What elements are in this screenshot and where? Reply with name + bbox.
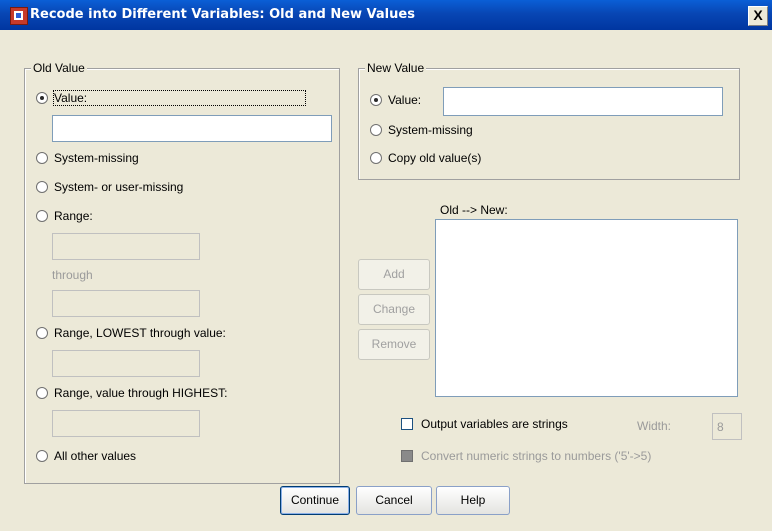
old-value-group-label: Old Value	[31, 61, 87, 75]
output-strings-label: Output variables are strings	[421, 417, 568, 431]
width-input[interactable]: 8	[712, 413, 742, 440]
convert-numeric-label: Convert numeric strings to numbers ('5'-…	[421, 449, 652, 463]
old-system-user-missing-radio[interactable]: System- or user-missing	[36, 180, 183, 194]
change-button[interactable]: Change	[358, 294, 430, 325]
new-value-input[interactable]	[443, 87, 723, 116]
radio-circle-icon	[370, 152, 382, 164]
radio-circle-icon	[36, 210, 48, 222]
through-label: through	[52, 268, 93, 282]
range-to-input[interactable]	[52, 290, 200, 317]
old-system-user-missing-label: System- or user-missing	[54, 180, 184, 194]
old-value-radio-label: Value:	[52, 90, 307, 106]
range-lowest-label: Range, LOWEST through value:	[54, 326, 226, 340]
range-highest-label: Range, value through HIGHEST:	[54, 386, 228, 400]
range-from-input[interactable]	[52, 233, 200, 260]
checkbox-box-icon	[401, 450, 413, 462]
range-highest-radio[interactable]: Range, value through HIGHEST:	[36, 386, 227, 400]
continue-button[interactable]: Continue	[280, 486, 350, 515]
all-other-values-label: All other values	[54, 449, 137, 463]
radio-circle-icon	[36, 152, 48, 164]
copy-old-values-radio[interactable]: Copy old value(s)	[370, 151, 481, 165]
old-value-input[interactable]	[52, 115, 332, 142]
radio-circle-icon	[36, 450, 48, 462]
radio-circle-icon	[36, 387, 48, 399]
checkbox-box-icon	[401, 418, 413, 430]
dialog-title: Recode into Different Variables: Old and…	[30, 7, 415, 22]
app-icon	[10, 7, 28, 25]
radio-circle-icon	[36, 92, 48, 104]
old-system-missing-radio[interactable]: System-missing	[36, 151, 139, 165]
add-button[interactable]: Add	[358, 259, 430, 290]
old-range-radio[interactable]: Range:	[36, 209, 93, 223]
old-value-radio[interactable]: Value:	[36, 90, 307, 106]
title-bar: Recode into Different Variables: Old and…	[0, 0, 772, 30]
old-new-listbox[interactable]	[435, 219, 738, 397]
new-value-radio-label: Value:	[388, 93, 422, 107]
radio-circle-icon	[36, 327, 48, 339]
convert-numeric-checkbox[interactable]: Convert numeric strings to numbers ('5'-…	[401, 449, 651, 463]
help-button[interactable]: Help	[436, 486, 510, 515]
close-button[interactable]: X	[748, 6, 768, 26]
old-system-missing-label: System-missing	[54, 151, 139, 165]
radio-circle-icon	[370, 94, 382, 106]
range-lowest-radio[interactable]: Range, LOWEST through value:	[36, 326, 226, 340]
old-new-list-label: Old --> New:	[440, 203, 508, 217]
new-system-missing-radio[interactable]: System-missing	[370, 123, 473, 137]
radio-circle-icon	[370, 124, 382, 136]
cancel-button[interactable]: Cancel	[356, 486, 432, 515]
radio-circle-icon	[36, 181, 48, 193]
range-lowest-input[interactable]	[52, 350, 200, 377]
copy-old-values-label: Copy old value(s)	[388, 151, 482, 165]
dialog-window: Recode into Different Variables: Old and…	[0, 0, 772, 531]
new-system-missing-label: System-missing	[388, 123, 473, 137]
range-highest-input[interactable]	[52, 410, 200, 437]
new-value-group-label: New Value	[365, 61, 427, 75]
width-label: Width:	[637, 419, 672, 433]
remove-button[interactable]: Remove	[358, 329, 430, 360]
output-strings-checkbox[interactable]: Output variables are strings	[401, 417, 568, 431]
new-value-radio[interactable]: Value:	[370, 93, 421, 107]
old-range-label: Range:	[54, 209, 93, 223]
all-other-values-radio[interactable]: All other values	[36, 449, 136, 463]
